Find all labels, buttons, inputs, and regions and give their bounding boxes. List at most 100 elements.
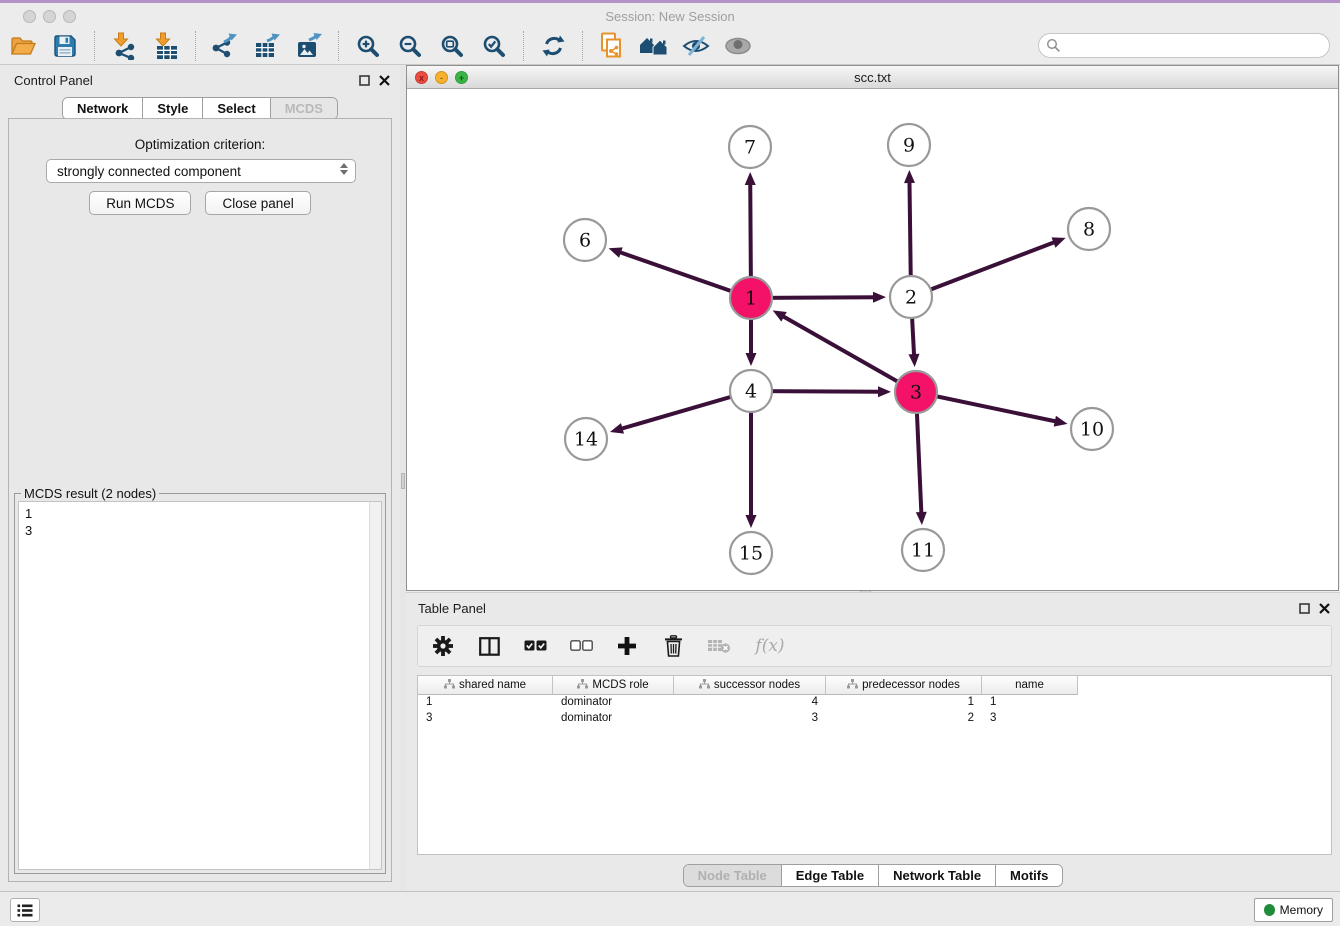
table-cell[interactable]: 3 [418, 711, 553, 727]
add-column-icon[interactable] [614, 632, 640, 660]
houses-icon[interactable] [639, 30, 669, 62]
zoom-fit-icon[interactable] [437, 30, 467, 62]
table-row[interactable]: 1dominator411 [418, 695, 1331, 711]
toolbar-separator [338, 31, 339, 61]
column-header-label: name [1015, 679, 1044, 691]
column-header-mcds-role[interactable]: MCDS role [553, 676, 674, 695]
function-builder-icon[interactable]: f(x) [752, 632, 788, 660]
delete-table-icon[interactable] [706, 632, 732, 660]
settings-gear-icon[interactable] [430, 632, 456, 660]
column-header-shared-name[interactable]: shared name [418, 676, 553, 695]
arrowhead-4-14 [610, 423, 624, 434]
network-canvas[interactable]: 7968124314101511 [407, 89, 1338, 590]
tab-mcds[interactable]: MCDS [270, 98, 337, 119]
arrowhead-3-11 [916, 512, 927, 525]
edge-3-1[interactable] [781, 315, 916, 392]
export-network-icon[interactable] [210, 30, 240, 62]
search-input[interactable] [1038, 33, 1330, 58]
tab-network-table[interactable]: Network Table [878, 865, 995, 886]
table-panel-tabs: Node TableEdge TableNetwork TableMotifs [683, 864, 1064, 887]
deselect-all-checkboxes-icon[interactable] [568, 632, 594, 660]
tab-motifs[interactable]: Motifs [995, 865, 1062, 886]
table-panel: Table Panel [406, 592, 1340, 891]
table-cell[interactable]: 2 [826, 711, 982, 727]
splitter-grip[interactable] [401, 473, 405, 489]
column-tree-icon [444, 679, 455, 692]
select-all-checkboxes-icon[interactable] [522, 632, 548, 660]
export-table-icon[interactable] [252, 30, 282, 62]
column-header-name[interactable]: name [982, 676, 1078, 695]
table-toolbar: f(x) [417, 625, 1332, 667]
graph-node-label-6: 6 [579, 230, 591, 252]
zoom-out-icon[interactable] [395, 30, 425, 62]
import-network-icon[interactable] [109, 30, 139, 62]
arrowhead-4-15 [746, 515, 757, 528]
duplicate-page-icon[interactable] [597, 30, 627, 62]
select-stepper-icon [340, 163, 348, 175]
zoom-in-icon[interactable] [353, 30, 383, 62]
column-header-successor-nodes[interactable]: successor nodes [674, 676, 826, 695]
float-table-panel-icon[interactable] [1299, 601, 1310, 619]
table-cell[interactable]: 4 [674, 695, 826, 711]
split-columns-icon[interactable] [476, 632, 502, 660]
close-panel-icon[interactable] [379, 73, 390, 91]
column-tree-icon [699, 679, 710, 692]
table-cell[interactable]: dominator [553, 711, 674, 727]
graph-node-label-15: 15 [739, 543, 763, 565]
table-cell[interactable]: 1 [982, 695, 1078, 711]
table-body: 1dominator4113dominator323 [418, 695, 1331, 727]
arrowhead-1-4 [746, 353, 757, 366]
memory-button[interactable]: Memory [1254, 898, 1333, 922]
tab-style[interactable]: Style [142, 98, 202, 119]
open-folder-icon[interactable] [8, 30, 38, 62]
graph-node-label-10: 10 [1080, 419, 1104, 441]
close-table-panel-icon[interactable] [1319, 601, 1330, 619]
graph-node-label-7: 7 [744, 137, 756, 159]
tab-node-table[interactable]: Node Table [684, 865, 781, 886]
float-panel-icon[interactable] [359, 73, 370, 91]
search-icon [1046, 38, 1061, 58]
save-session-icon[interactable] [50, 30, 80, 62]
arrowhead-1-6 [609, 247, 623, 257]
control-panel-tabs: NetworkStyleSelectMCDS [62, 97, 338, 120]
arrowhead-2-3 [909, 354, 920, 367]
close-panel-button[interactable]: Close panel [205, 191, 310, 215]
eye-slash-icon[interactable] [681, 30, 711, 62]
table-cell[interactable]: 3 [982, 711, 1078, 727]
column-header-label: shared name [459, 679, 526, 691]
result-scrollbar[interactable] [369, 502, 381, 869]
graph-node-label-1: 1 [745, 288, 757, 310]
column-header-predecessor-nodes[interactable]: predecessor nodes [826, 676, 982, 695]
table-cell[interactable]: 1 [418, 695, 553, 711]
eye-icon[interactable] [723, 30, 753, 62]
refresh-icon[interactable] [538, 30, 568, 62]
edge-2-8[interactable] [911, 241, 1057, 297]
table-cell[interactable]: 3 [674, 711, 826, 727]
network-title: scc.txt [407, 70, 1338, 85]
memory-label: Memory [1280, 903, 1323, 917]
delete-column-trash-icon[interactable] [660, 632, 686, 660]
task-history-button[interactable] [10, 898, 40, 922]
window-title: Session: New Session [0, 9, 1340, 24]
mcds-panel: Optimization criterion: strongly connect… [8, 118, 392, 882]
toolbar-separator [94, 31, 95, 61]
column-header-label: MCDS role [592, 679, 648, 691]
zoom-selected-icon[interactable] [479, 30, 509, 62]
arrowhead-3-10 [1054, 416, 1068, 427]
tab-network[interactable]: Network [63, 98, 142, 119]
mcds-result-textarea[interactable]: 1 3 [18, 501, 382, 870]
import-table-icon[interactable] [151, 30, 181, 62]
table-row[interactable]: 3dominator323 [418, 711, 1331, 727]
network-window: x - + scc.txt 7968124314101511 [406, 65, 1339, 591]
export-image-icon[interactable] [294, 30, 324, 62]
toolbar-separator [523, 31, 524, 61]
tab-select[interactable]: Select [202, 98, 269, 119]
table-cell[interactable]: 1 [826, 695, 982, 711]
run-mcds-button[interactable]: Run MCDS [89, 191, 191, 215]
criterion-select[interactable]: strongly connected component [46, 159, 356, 183]
table-cell[interactable]: dominator [553, 695, 674, 711]
column-header-label: successor nodes [714, 679, 800, 691]
tab-edge-table[interactable]: Edge Table [781, 865, 878, 886]
graph-node-label-14: 14 [574, 429, 598, 451]
app-titlebar: Session: New Session [0, 3, 1340, 28]
